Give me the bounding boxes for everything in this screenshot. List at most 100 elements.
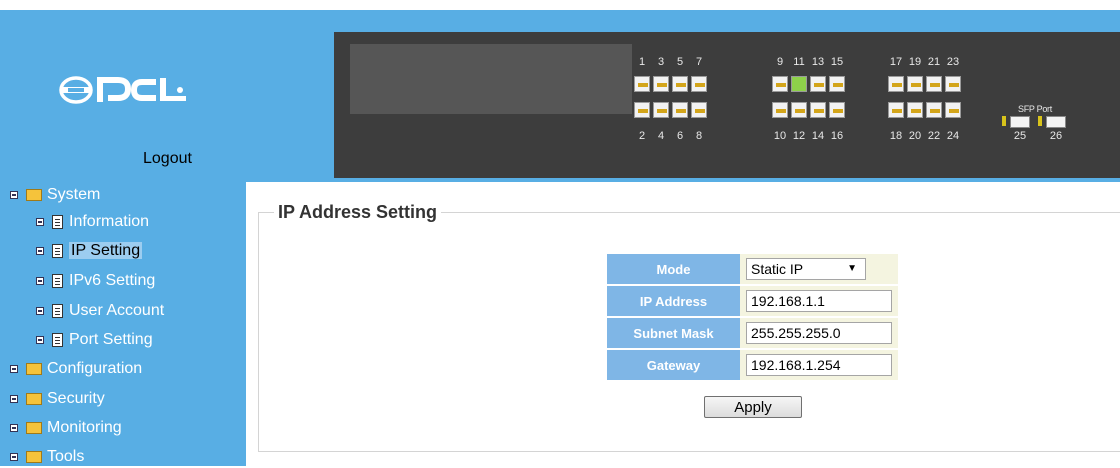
- port-number-label: 10: [773, 130, 787, 142]
- mode-select-value: Static IP: [751, 261, 804, 277]
- ethernet-port-17[interactable]: [888, 76, 904, 92]
- document-icon: [52, 273, 63, 288]
- tree-item-label: User Account: [69, 302, 165, 319]
- logout-link[interactable]: Logout: [143, 150, 192, 168]
- ethernet-port-7[interactable]: [691, 76, 707, 92]
- ethernet-port-1[interactable]: [634, 76, 650, 92]
- subnet-mask-input[interactable]: 255.255.255.0: [746, 322, 892, 344]
- port-pin-icon: [814, 83, 824, 87]
- tree-item-label: Tools: [47, 448, 85, 465]
- ethernet-port-4[interactable]: [653, 102, 669, 118]
- ethernet-port-20[interactable]: [907, 102, 923, 118]
- port-pin-icon: [776, 109, 786, 113]
- dropdown-arrow-icon: ▼: [847, 263, 857, 274]
- tree-item-tools[interactable]: Tools: [10, 446, 84, 468]
- tree-item-information[interactable]: Information: [36, 211, 149, 233]
- port-number-label: 2: [638, 130, 646, 142]
- ip-address-cell: 192.168.1.1: [740, 286, 898, 316]
- ethernet-port-5[interactable]: [672, 76, 688, 92]
- tree-item-ip-setting[interactable]: IP Setting: [36, 240, 143, 262]
- ethernet-port-13[interactable]: [810, 76, 826, 92]
- ethernet-port-6[interactable]: [672, 102, 688, 118]
- port-pin-icon: [676, 109, 686, 113]
- document-icon: [52, 303, 63, 318]
- port-number-label: 19: [908, 56, 922, 68]
- ethernet-port-11[interactable]: [791, 76, 807, 92]
- expand-icon[interactable]: [10, 452, 18, 461]
- mode-label: Mode: [607, 254, 740, 284]
- port-pin-icon: [795, 109, 805, 113]
- port-number-label: 15: [830, 56, 844, 68]
- tree-item-monitoring[interactable]: Monitoring: [10, 417, 122, 439]
- collapse-icon[interactable]: [36, 276, 44, 285]
- panel-display: [350, 44, 632, 114]
- ethernet-port-19[interactable]: [907, 76, 923, 92]
- tree-item-security[interactable]: Security: [10, 388, 105, 410]
- mode-cell: Static IP ▼: [740, 254, 898, 284]
- expand-icon[interactable]: [10, 364, 18, 373]
- port-pin-icon: [833, 109, 843, 113]
- document-icon: [52, 332, 63, 347]
- port-number-label: 20: [908, 130, 922, 142]
- collapse-icon[interactable]: [10, 190, 18, 199]
- port-pin-icon: [930, 109, 940, 113]
- tree-item-user-account[interactable]: User Account: [36, 300, 164, 322]
- ethernet-port-10[interactable]: [772, 102, 788, 118]
- port-number-label: 23: [946, 56, 960, 68]
- gateway-input[interactable]: 192.168.1.254: [746, 354, 892, 376]
- port-number-label: 24: [946, 130, 960, 142]
- port-number-label: 5: [676, 56, 684, 68]
- tree-item-port-setting[interactable]: Port Setting: [36, 329, 153, 351]
- port-pin-icon: [911, 109, 921, 113]
- form-row-gateway: Gateway 192.168.1.254: [607, 350, 898, 380]
- port-pin-icon: [657, 83, 667, 87]
- port-pin-icon: [892, 83, 902, 87]
- switch-front-panel: 1 3 5 7 9 11 13 15 17 19 21 23 2 4 6 8 10 12 14 16 18 20 22 24 2…: [334, 32, 1120, 178]
- ethernet-port-9[interactable]: [772, 76, 788, 92]
- port-number-label: 17: [889, 56, 903, 68]
- sfp-port-26[interactable]: [1046, 116, 1066, 128]
- ethernet-port-3[interactable]: [653, 76, 669, 92]
- ethernet-port-21[interactable]: [926, 76, 942, 92]
- ethernet-port-24[interactable]: [945, 102, 961, 118]
- port-pin-icon: [638, 109, 648, 113]
- sfp-port-label: SFP Port: [1018, 104, 1052, 114]
- form-row-subnet: Subnet Mask 255.255.255.0: [607, 318, 898, 348]
- ethernet-port-15[interactable]: [829, 76, 845, 92]
- tree-item-label: IP Setting: [69, 242, 143, 259]
- tree-item-label: System: [47, 186, 101, 203]
- collapse-icon[interactable]: [36, 217, 44, 226]
- sfp-port-25[interactable]: [1010, 116, 1030, 128]
- mode-select[interactable]: Static IP ▼: [746, 258, 866, 280]
- port-pin-icon: [676, 83, 686, 87]
- ethernet-port-12[interactable]: [791, 102, 807, 118]
- sfp-led-icon: [1002, 116, 1006, 126]
- ethernet-port-2[interactable]: [634, 102, 650, 118]
- ip-address-input[interactable]: 192.168.1.1: [746, 290, 892, 312]
- tree-item-label: IPv6 Setting: [69, 272, 156, 289]
- port-number-label: 11: [793, 56, 805, 68]
- port-pin-icon: [638, 83, 648, 87]
- apply-button[interactable]: Apply: [704, 396, 802, 418]
- ethernet-port-8[interactable]: [691, 102, 707, 118]
- port-pin-icon: [776, 83, 786, 87]
- ethernet-port-22[interactable]: [926, 102, 942, 118]
- port-number-label: 9: [776, 56, 784, 68]
- tree-item-system[interactable]: System: [10, 184, 100, 206]
- ethernet-port-16[interactable]: [829, 102, 845, 118]
- collapse-icon[interactable]: [36, 246, 44, 255]
- expand-icon[interactable]: [10, 394, 18, 403]
- port-pin-icon: [833, 83, 843, 87]
- tree-item-ipv6-setting[interactable]: IPv6 Setting: [36, 270, 155, 292]
- ethernet-port-18[interactable]: [888, 102, 904, 118]
- top-strip: [0, 0, 1120, 10]
- collapse-icon[interactable]: [36, 306, 44, 315]
- ethernet-port-23[interactable]: [945, 76, 961, 92]
- tree-item-configuration[interactable]: Configuration: [10, 358, 142, 380]
- page-title: IP Address Setting: [274, 202, 442, 223]
- ethernet-port-14[interactable]: [810, 102, 826, 118]
- expand-icon[interactable]: [10, 423, 18, 432]
- port-number-label: 22: [927, 130, 941, 142]
- collapse-icon[interactable]: [36, 335, 44, 344]
- port-pin-icon: [657, 109, 667, 113]
